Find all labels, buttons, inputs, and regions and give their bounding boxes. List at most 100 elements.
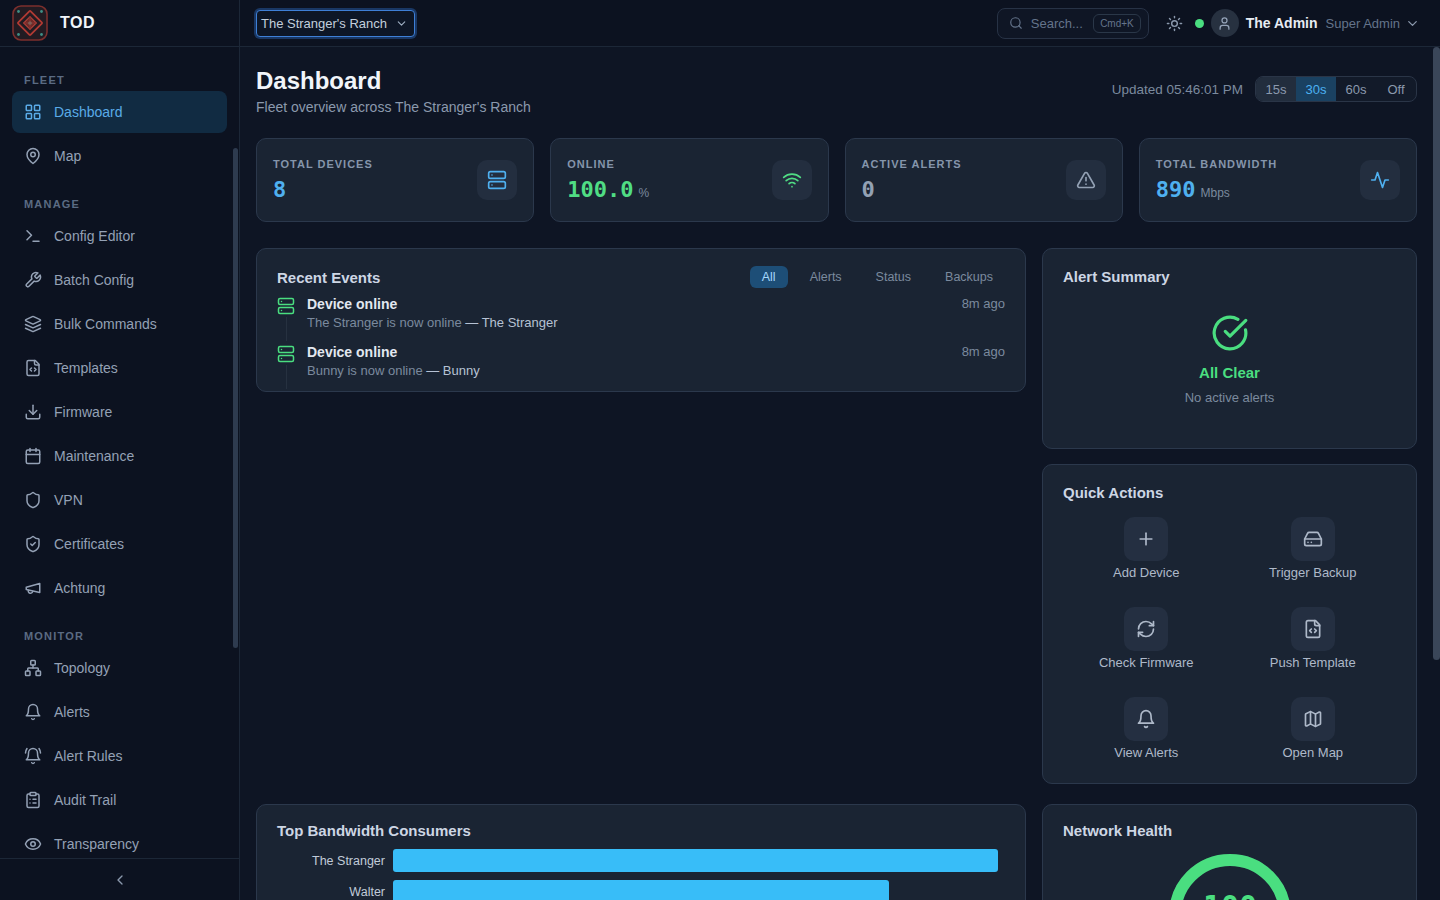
- quick-action-open-map[interactable]: Open Map: [1230, 697, 1397, 760]
- user-menu-button[interactable]: [1405, 16, 1420, 31]
- nav-section-monitor: MONITOR Topology Alerts Alert RulesAudit Tr…: [12, 629, 227, 858]
- sidebar-item-batch-config[interactable]: Batch Config: [12, 259, 227, 301]
- nav-section-manage: MANAGEConfig EditorBatch ConfigBulk Comm…: [12, 197, 227, 609]
- event-filters: All Alerts Status Backups: [750, 266, 1005, 288]
- sidebar-item-label: Dashboard: [54, 104, 123, 120]
- sidebar-item-topology[interactable]: Topology: [12, 647, 227, 689]
- svg-text:100: 100: [1202, 889, 1256, 900]
- quick-action-view-alerts[interactable]: View Alerts: [1063, 697, 1230, 760]
- sidebar-item-label: Certificates: [54, 536, 124, 552]
- network-health-title: Network Health: [1063, 822, 1172, 839]
- sidebar-item-label: Batch Config: [54, 272, 134, 288]
- plus-icon: [1124, 517, 1168, 561]
- sidebar-item-achtung[interactable]: Achtung: [12, 567, 227, 609]
- sidebar-item-bulk-commands[interactable]: Bulk Commands: [12, 303, 227, 345]
- page-subtitle: Fleet overview across The Stranger's Ran…: [256, 99, 531, 115]
- refresh-icon: [1124, 607, 1168, 651]
- stat-value: 0: [862, 177, 875, 202]
- brand: TOD: [0, 0, 239, 47]
- sidebar-item-label: Bulk Commands: [54, 316, 157, 332]
- sidebar-item-alert-rules[interactable]: Alert Rules: [12, 735, 227, 777]
- refresh-option-15s[interactable]: 15s: [1256, 77, 1296, 101]
- quick-action-add-device[interactable]: Add Device: [1063, 517, 1230, 580]
- download-icon: [24, 403, 42, 421]
- ranch-selector[interactable]: The Stranger's Ranch: [256, 10, 415, 37]
- ranch-selector-value: The Stranger's Ranch: [261, 16, 387, 31]
- user-role: Super Admin: [1326, 16, 1400, 31]
- sidebar-item-map[interactable]: Map: [12, 135, 227, 177]
- stat-card-total-bandwidth: TOTAL BANDWIDTH890Mbps: [1139, 138, 1417, 222]
- event-row: Device onlineBunny is now online — Bunny…: [277, 344, 1005, 392]
- stat-card-online: ONLINE100.0%: [550, 138, 828, 222]
- stat-cards: TOTAL DEVICES8ONLINE100.0%ACTIVE ALERTS0…: [256, 138, 1417, 222]
- chevron-left-icon: [112, 872, 128, 888]
- sidebar: TOD FLEETDashboardMapMANAGEConfig Editor…: [0, 0, 240, 900]
- sidebar-item-config-editor[interactable]: Config Editor: [12, 215, 227, 257]
- theme-toggle-button[interactable]: [1166, 15, 1183, 32]
- sidebar-item-label: Map: [54, 148, 81, 164]
- sun-icon: [1166, 15, 1183, 32]
- quick-actions-title: Quick Actions: [1063, 484, 1163, 501]
- event-filter-status[interactable]: Status: [864, 266, 923, 288]
- sidebar-item-templates[interactable]: Templates: [12, 347, 227, 389]
- layers-icon: [24, 315, 42, 333]
- recent-events-title: Recent Events: [277, 269, 380, 286]
- avatar[interactable]: [1211, 9, 1239, 37]
- recent-events-panel: Recent Events All Alerts Status Backups Dev…: [256, 248, 1026, 392]
- stat-value: 100.0: [567, 177, 633, 202]
- sidebar-item-audit-trail[interactable]: Audit Trail: [12, 779, 227, 821]
- sidebar-item-alerts[interactable]: Alerts: [12, 691, 227, 733]
- bar: [393, 849, 998, 872]
- refresh-option-60s[interactable]: 60s: [1336, 77, 1376, 101]
- event-filter-backups[interactable]: Backups: [933, 266, 1005, 288]
- quick-action-push-template[interactable]: Push Template: [1230, 607, 1397, 670]
- updated-timestamp: Updated 05:46:01 PM: [1112, 82, 1243, 97]
- refresh-option-off[interactable]: Off: [1376, 77, 1416, 101]
- server-icon: [277, 297, 295, 315]
- sidebar-item-label: Firmware: [54, 404, 112, 420]
- calendar-icon: [24, 447, 42, 465]
- server-icon: [477, 160, 517, 200]
- sidebar-item-transparency[interactable]: Transparency: [12, 823, 227, 858]
- check-circle-icon: [1211, 314, 1249, 352]
- sidebar-item-label: Alerts: [54, 704, 90, 720]
- sidebar-item-maintenance[interactable]: Maintenance: [12, 435, 227, 477]
- wrench-icon: [24, 271, 42, 289]
- chevron-down-icon: [1405, 16, 1420, 31]
- megaphone-icon: [24, 579, 42, 597]
- bell-icon: [24, 703, 42, 721]
- events-list: Device onlineThe Stranger is now online …: [277, 296, 1005, 392]
- hard-drive-icon: [1291, 517, 1335, 561]
- sidebar-item-label: Maintenance: [54, 448, 134, 464]
- bandwidth-row-the-stranger: The Stranger: [277, 849, 1005, 872]
- event-filter-all[interactable]: All: [750, 266, 788, 288]
- alert-summary-title: Alert Summary: [1063, 268, 1396, 285]
- search-input[interactable]: Search... Cmd+K: [997, 8, 1149, 39]
- bandwidth-title: Top Bandwidth Consumers: [277, 822, 471, 839]
- sidebar-scrollbar[interactable]: [233, 148, 238, 648]
- quick-actions-panel: Quick Actions Add DeviceTrigger BackupCh…: [1042, 464, 1417, 784]
- alert-detail: No active alerts: [1185, 390, 1275, 405]
- refresh-option-30s[interactable]: 30s: [1296, 77, 1336, 101]
- page-title: Dashboard: [256, 66, 531, 95]
- bell-ring-icon: [24, 747, 42, 765]
- sidebar-item-certificates[interactable]: Certificates: [12, 523, 227, 565]
- brand-logo-icon: [12, 5, 48, 41]
- quick-action-label: View Alerts: [1114, 745, 1178, 760]
- sidebar-item-vpn[interactable]: VPN: [12, 479, 227, 521]
- sidebar-item-firmware[interactable]: Firmware: [12, 391, 227, 433]
- event-row: Device onlineThe Stranger is now online …: [277, 296, 1005, 344]
- file-code-icon: [1291, 607, 1335, 651]
- sidebar-collapse-button[interactable]: [0, 858, 239, 900]
- sidebar-item-dashboard[interactable]: Dashboard: [12, 91, 227, 133]
- quick-action-check-firmware[interactable]: Check Firmware: [1063, 607, 1230, 670]
- window-scrollbar[interactable]: [1433, 47, 1440, 660]
- network-icon: [24, 659, 42, 677]
- chevron-down-icon: [395, 17, 408, 30]
- nav-section-label: MONITOR: [24, 629, 227, 643]
- wifi-icon: [772, 160, 812, 200]
- event-filter-alerts[interactable]: Alerts: [798, 266, 854, 288]
- search-shortcut-badge: Cmd+K: [1093, 14, 1141, 33]
- sidebar-item-label: Config Editor: [54, 228, 135, 244]
- quick-action-trigger-backup[interactable]: Trigger Backup: [1230, 517, 1397, 580]
